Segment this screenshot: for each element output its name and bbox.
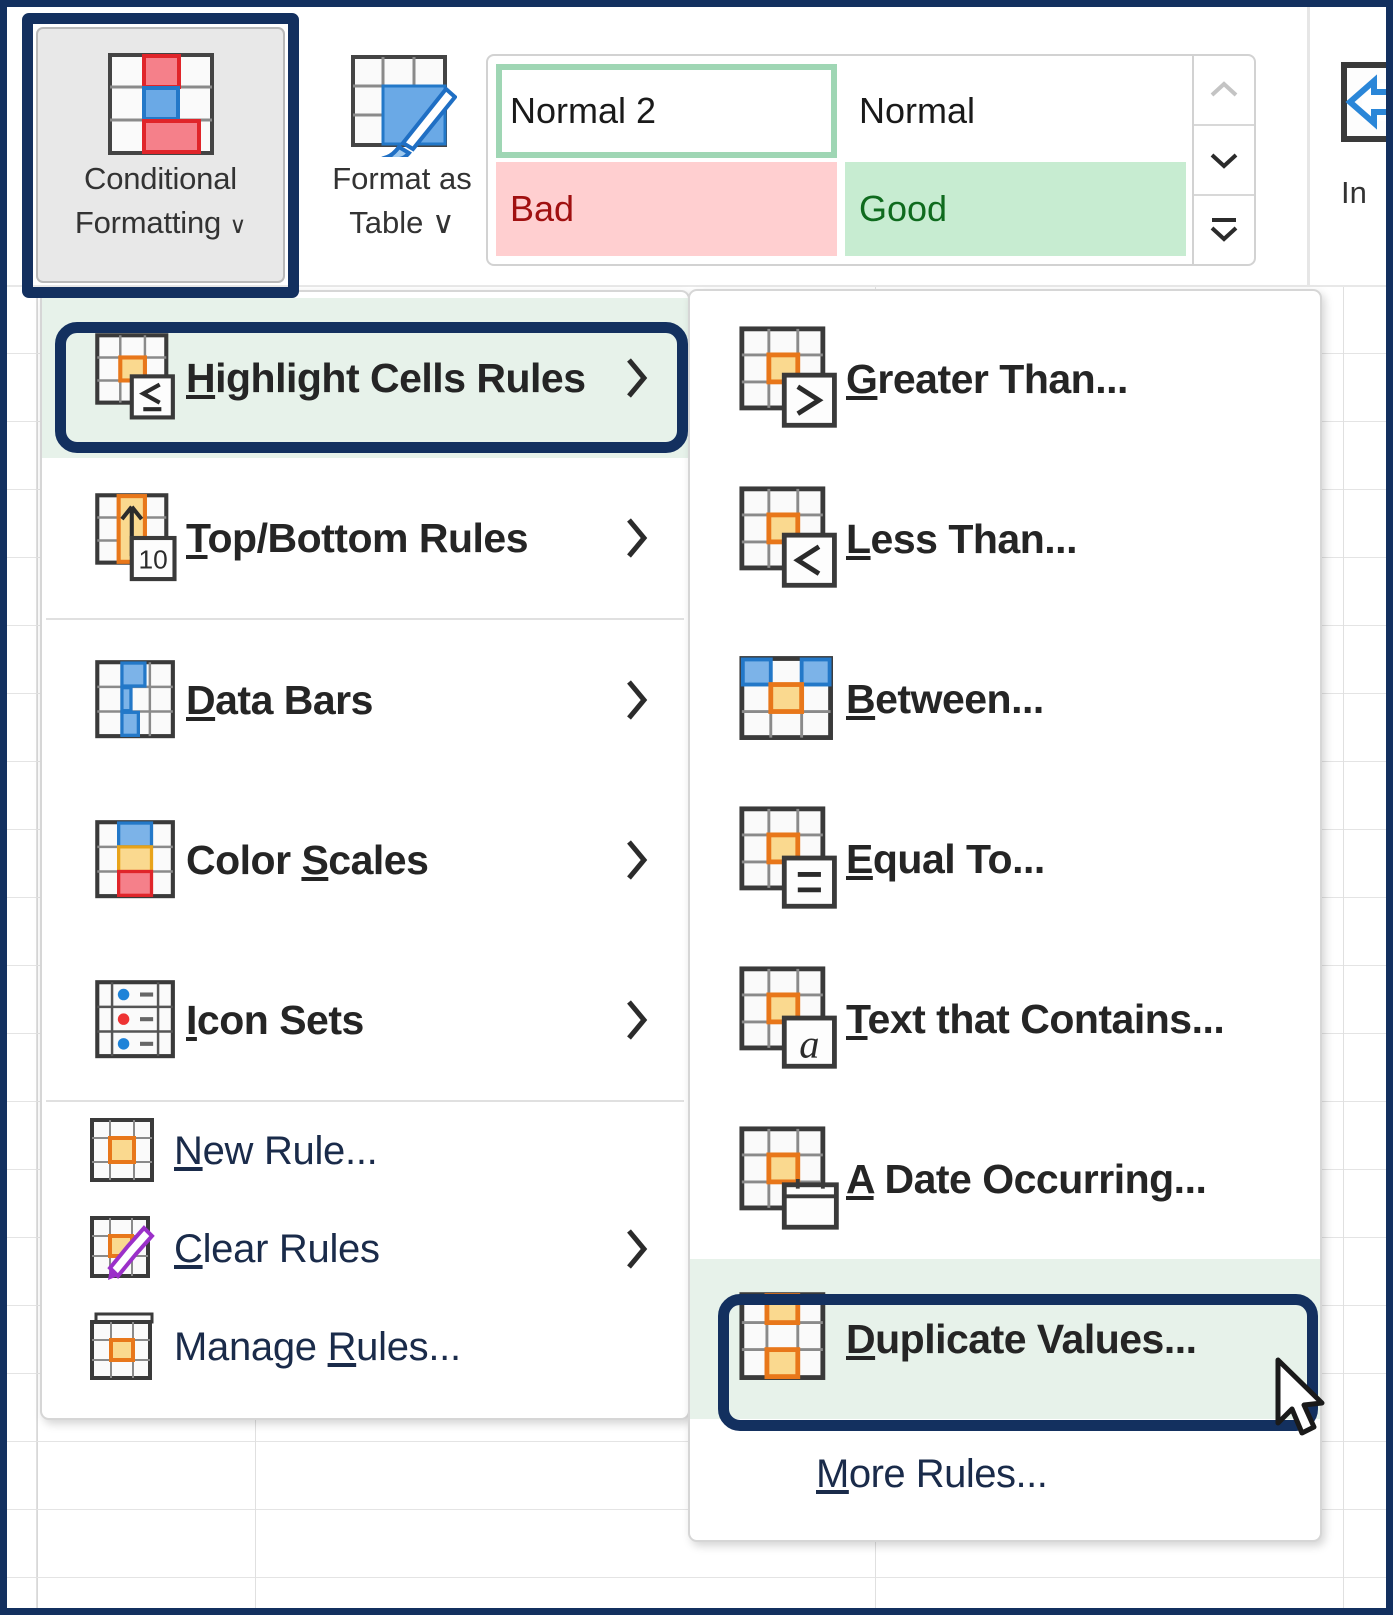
less-than-icon <box>738 483 846 595</box>
format-as-table-button[interactable]: Format as Table ∨ <box>307 29 497 269</box>
data-bars-icon <box>94 650 186 750</box>
submenu-item-between[interactable]: Between... <box>690 619 1320 779</box>
chevron-right-icon <box>622 677 650 723</box>
icon-sets-icon <box>94 970 186 1070</box>
new-rule-icon <box>88 1116 174 1186</box>
gallery-scroll-up-button[interactable] <box>1194 56 1254 126</box>
highlight-cells-rules-icon <box>94 322 186 434</box>
manage-rules-icon <box>88 1312 174 1382</box>
submenu-item-equal-to[interactable]: Equal To... <box>690 779 1320 939</box>
menu-item-label: Top/Bottom Rules <box>186 514 529 561</box>
menu-item-highlight-cells-rules[interactable]: Highlight Cells Rules <box>42 298 688 458</box>
submenu-item-less-than[interactable]: Less Than... <box>690 459 1320 619</box>
chevron-right-icon <box>622 997 650 1043</box>
menu-item-label: Data Bars <box>186 676 373 723</box>
menu-item-icon-sets[interactable]: Icon Sets <box>42 940 688 1100</box>
conditional-formatting-label: Conditional Formatting ∨ <box>74 161 247 241</box>
clear-rules-icon <box>88 1214 174 1284</box>
style-normal[interactable]: Normal <box>845 64 1186 158</box>
submenu-item-greater-than[interactable]: Greater Than... <box>690 299 1320 459</box>
style-bad[interactable]: Bad <box>496 162 837 256</box>
chevron-right-icon <box>622 355 650 401</box>
format-as-table-label: Format as Table ∨ <box>332 161 472 241</box>
between-icon <box>738 643 846 755</box>
style-normal-2[interactable]: Normal 2 <box>496 64 837 158</box>
insert-label: In <box>1341 175 1367 210</box>
submenu-item-label: Duplicate Values... <box>846 1315 1197 1362</box>
menu-item-label: Icon Sets <box>186 996 364 1043</box>
duplicate-values-icon <box>738 1283 846 1395</box>
submenu-item-label: Less Than... <box>846 515 1077 562</box>
chevron-down-icon[interactable]: ∨ <box>229 212 246 238</box>
gallery-more-styles-button[interactable] <box>1194 196 1254 264</box>
ribbon-styles-group: Conditional Formatting ∨ Format as Table… <box>7 7 1386 287</box>
chevron-down-icon[interactable]: ∨ <box>432 205 455 240</box>
insert-cells-icon <box>1340 59 1386 152</box>
menu-item-manage-rules[interactable]: Manage Rules... <box>42 1298 688 1396</box>
chevron-right-icon <box>622 837 650 883</box>
menu-item-new-rule[interactable]: New Rule... <box>42 1102 688 1200</box>
menu-item-label: New Rule... <box>174 1128 378 1173</box>
submenu-item-label: Text that Contains... <box>846 995 1225 1042</box>
submenu-item-a-date-occurring[interactable]: A Date Occurring... <box>690 1099 1320 1259</box>
conditional-formatting-button[interactable]: Conditional Formatting ∨ <box>36 27 285 283</box>
gallery-scroll-down-button[interactable] <box>1194 126 1254 196</box>
cell-styles-gallery: Normal 2 Normal Bad Good <box>486 54 1256 266</box>
screenshot-root: Conditional Formatting ∨ Format as Table… <box>0 0 1393 1615</box>
conditional-formatting-icon <box>106 51 216 157</box>
submenu-item-label: Greater Than... <box>846 355 1128 402</box>
menu-item-label: Highlight Cells Rules <box>186 354 586 401</box>
submenu-item-label: A Date Occurring... <box>846 1155 1207 1202</box>
menu-item-top-bottom-rules[interactable]: 10 Top/Bottom Rules <box>42 458 688 618</box>
submenu-item-text-that-contains[interactable]: a Text that Contains... <box>690 939 1320 1099</box>
format-as-table-icon <box>347 51 457 157</box>
svg-text:10: 10 <box>139 544 168 574</box>
menu-item-color-scales[interactable]: Color Scales <box>42 780 688 940</box>
top-bottom-rules-icon: 10 <box>94 482 186 594</box>
menu-item-clear-rules[interactable]: Clear Rules <box>42 1200 688 1298</box>
submenu-item-duplicate-values[interactable]: Duplicate Values... <box>690 1259 1320 1419</box>
menu-item-label: Manage Rules... <box>174 1324 461 1369</box>
color-scales-icon <box>94 810 186 910</box>
menu-item-label: Clear Rules <box>174 1226 380 1271</box>
equal-to-icon <box>738 803 846 915</box>
conditional-formatting-menu: Highlight Cells Rules 10 Top/Bottom Rule… <box>40 290 690 1420</box>
insert-button[interactable]: In <box>1307 7 1386 285</box>
highlight-cells-rules-submenu: Greater Than... Less Than... Between... … <box>688 289 1322 1542</box>
gallery-scrollbar <box>1192 56 1254 264</box>
menu-item-label: Color Scales <box>186 836 429 883</box>
submenu-item-more-rules[interactable]: More Rules... <box>690 1419 1320 1529</box>
chevron-right-icon <box>622 515 650 561</box>
date-occurring-icon <box>738 1123 846 1235</box>
submenu-item-label: Equal To... <box>846 835 1045 882</box>
style-good[interactable]: Good <box>845 162 1186 256</box>
submenu-item-label: More Rules... <box>816 1451 1048 1496</box>
chevron-right-icon <box>622 1226 650 1272</box>
menu-item-data-bars[interactable]: Data Bars <box>42 620 688 780</box>
text-contains-icon: a <box>738 963 846 1075</box>
svg-text:a: a <box>799 1022 819 1067</box>
submenu-item-label: Between... <box>846 675 1044 722</box>
greater-than-icon <box>738 323 846 435</box>
